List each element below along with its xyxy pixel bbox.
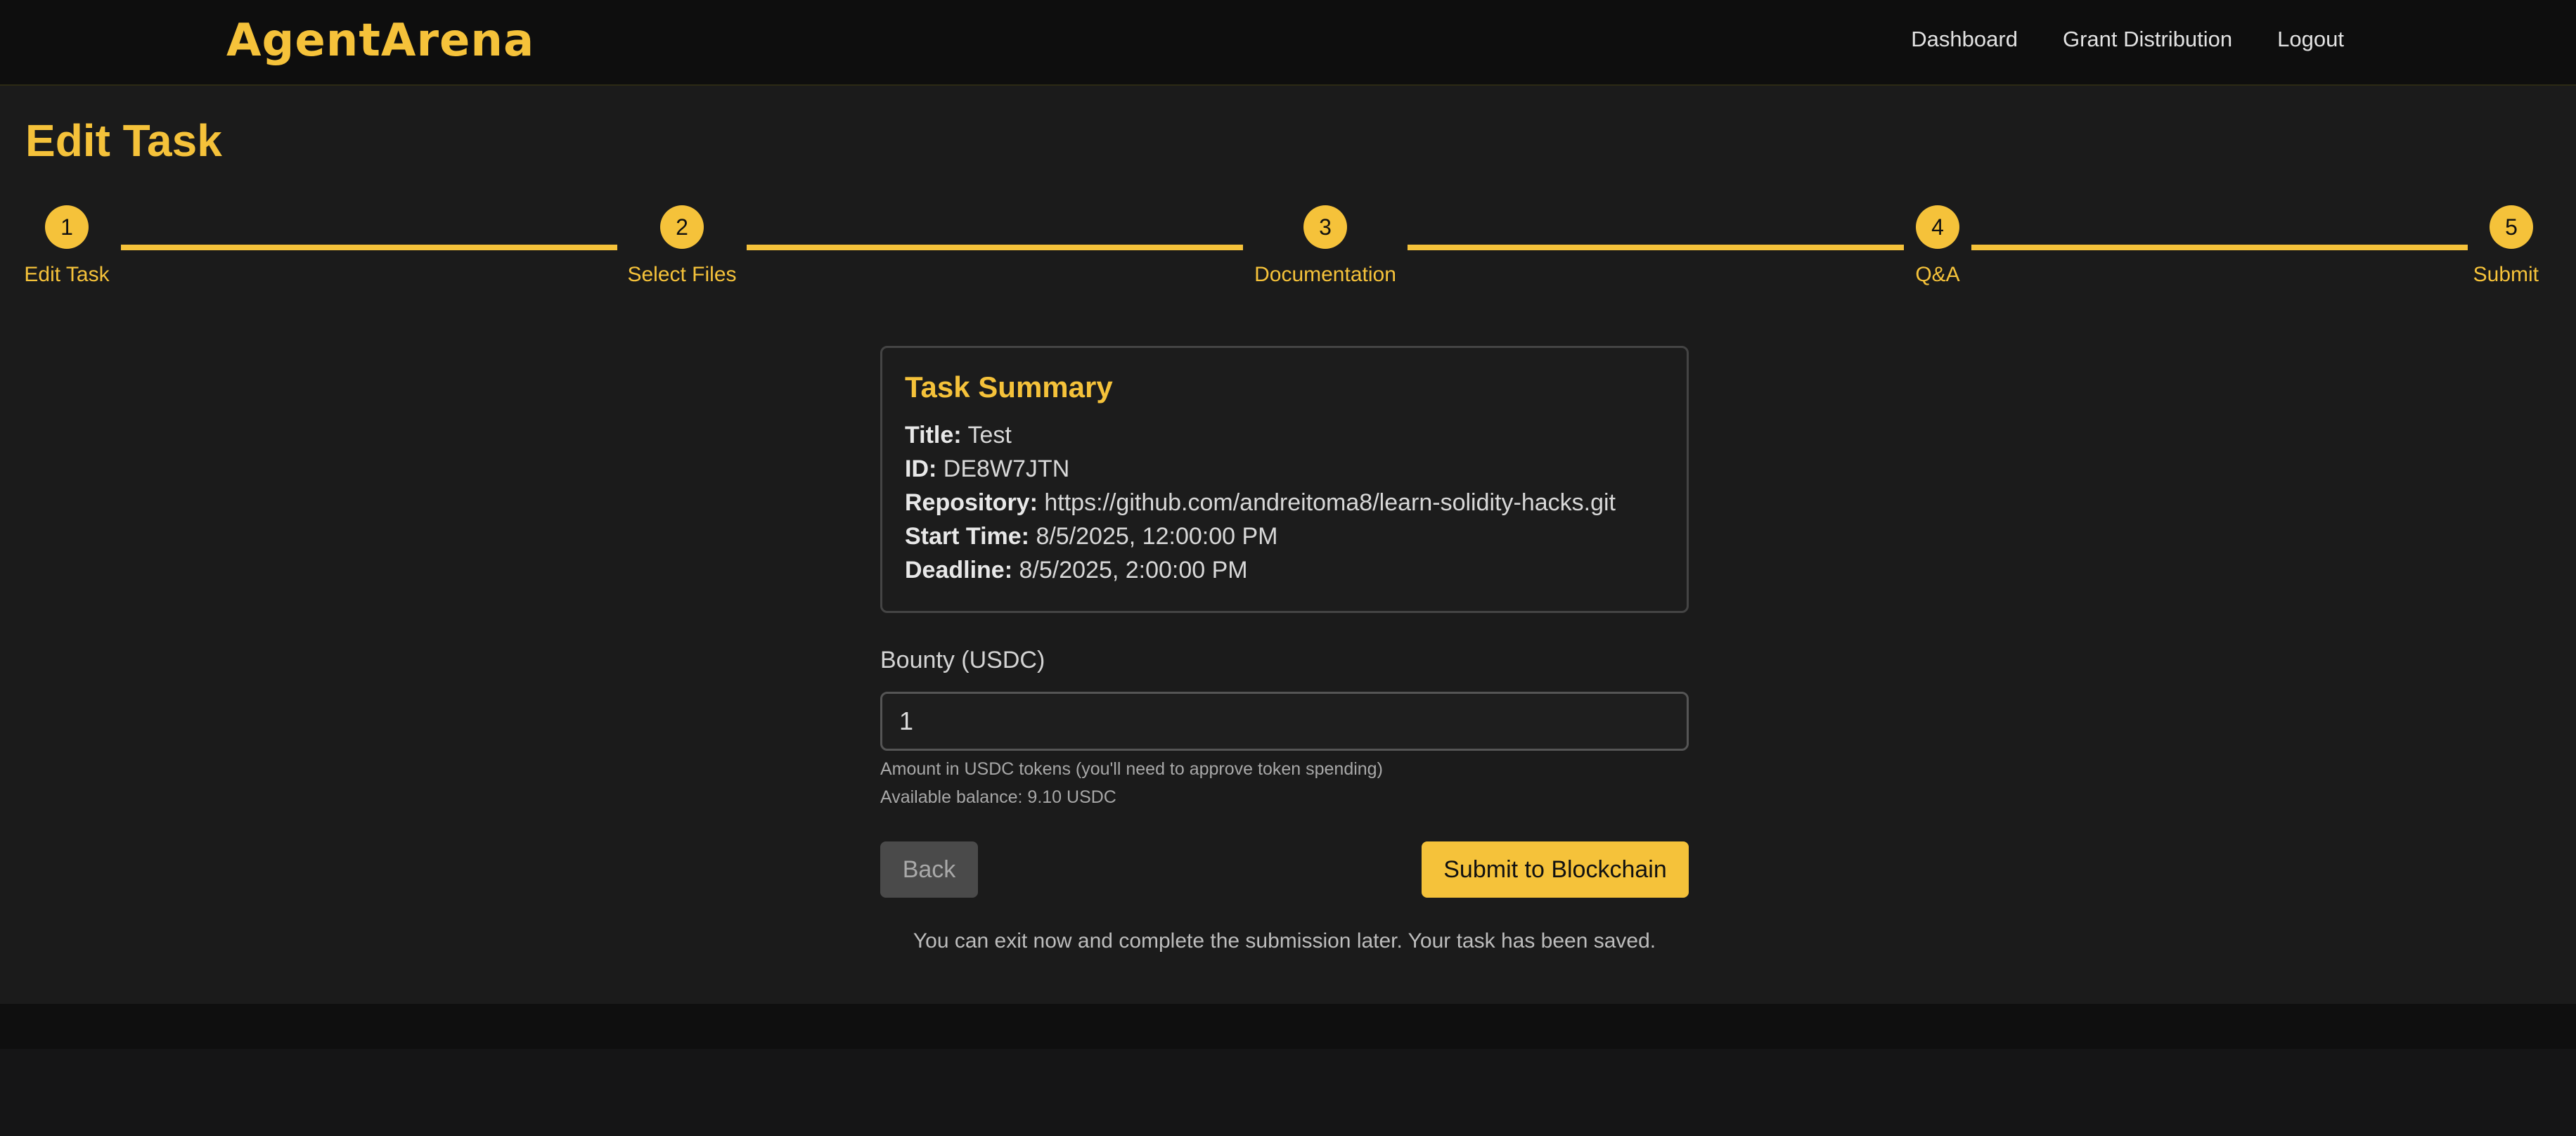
step-label: Select Files	[627, 263, 737, 286]
step-number: 5	[2490, 205, 2533, 249]
summary-deadline-label: Deadline:	[905, 557, 1013, 583]
bounty-help-text: Amount in USDC tokens (you'll need to ap…	[880, 759, 1383, 779]
step-number: 2	[660, 205, 704, 249]
summary-start-time-label: Start Time:	[905, 523, 1029, 550]
main-content: Edit Task 1 Edit Task 2 Select Files 3 D…	[0, 86, 2576, 1004]
summary-repository-label: Repository:	[905, 489, 1038, 516]
summary-repository-row: Repository: https://github.com/andreitom…	[905, 486, 1664, 519]
summary-id-row: ID: DE8W7JTN	[905, 452, 1664, 486]
step-number: 3	[1303, 205, 1347, 249]
step-connector-4-5	[1971, 245, 2468, 250]
summary-title-label: Title:	[905, 422, 962, 448]
page-title: Edit Task	[25, 115, 222, 166]
summary-start-time-row: Start Time: 8/5/2025, 12:00:00 PM	[905, 519, 1664, 553]
nav-grant-distribution[interactable]: Grant Distribution	[2063, 27, 2232, 52]
step-label: Q&A	[1915, 263, 1960, 286]
submit-to-blockchain-button[interactable]: Submit to Blockchain	[1422, 841, 1689, 898]
back-button[interactable]: Back	[880, 841, 978, 898]
summary-id-label: ID:	[905, 456, 937, 482]
footer-bar	[0, 1004, 2576, 1049]
bounty-input[interactable]	[880, 692, 1689, 751]
task-summary-card: Task Summary Title: Test ID: DE8W7JTN Re…	[880, 346, 1689, 613]
app-logo[interactable]: AgentArena	[226, 13, 534, 69]
step-4[interactable]: 4 Q&A	[1915, 205, 1960, 286]
summary-title-value: Test	[967, 422, 1012, 448]
nav-dashboard[interactable]: Dashboard	[1911, 27, 2018, 52]
step-2[interactable]: 2 Select Files	[627, 205, 737, 286]
step-connector-3-4	[1408, 245, 1904, 250]
main-nav: Dashboard Grant Distribution Logout	[1866, 0, 2344, 79]
save-notice: You can exit now and complete the submis…	[913, 929, 1656, 953]
step-number: 1	[45, 205, 89, 249]
summary-repository-value: https://github.com/andreitoma8/learn-sol…	[1044, 489, 1616, 516]
summary-deadline-row: Deadline: 8/5/2025, 2:00:00 PM	[905, 553, 1664, 587]
available-balance: Available balance: 9.10 USDC	[880, 787, 1116, 807]
step-connector-2-3	[747, 245, 1243, 250]
step-5[interactable]: 5 Submit	[2473, 205, 2539, 286]
step-connector-1-2	[121, 245, 617, 250]
summary-title-row: Title: Test	[905, 418, 1664, 452]
task-summary-heading: Task Summary	[905, 370, 1113, 404]
summary-deadline-value: 8/5/2025, 2:00:00 PM	[1019, 557, 1248, 583]
step-number: 4	[1916, 205, 1959, 249]
step-label: Documentation	[1254, 263, 1396, 286]
nav-logout[interactable]: Logout	[2277, 27, 2344, 52]
summary-id-value: DE8W7JTN	[943, 456, 1070, 482]
summary-start-time-value: 8/5/2025, 12:00:00 PM	[1036, 523, 1278, 550]
step-label: Submit	[2473, 263, 2539, 286]
step-label: Edit Task	[24, 263, 110, 286]
bounty-label: Bounty (USDC)	[880, 647, 1045, 673]
step-1[interactable]: 1 Edit Task	[24, 205, 110, 286]
step-3[interactable]: 3 Documentation	[1254, 205, 1396, 286]
top-navbar: AgentArena Dashboard Grant Distribution …	[0, 0, 2576, 86]
